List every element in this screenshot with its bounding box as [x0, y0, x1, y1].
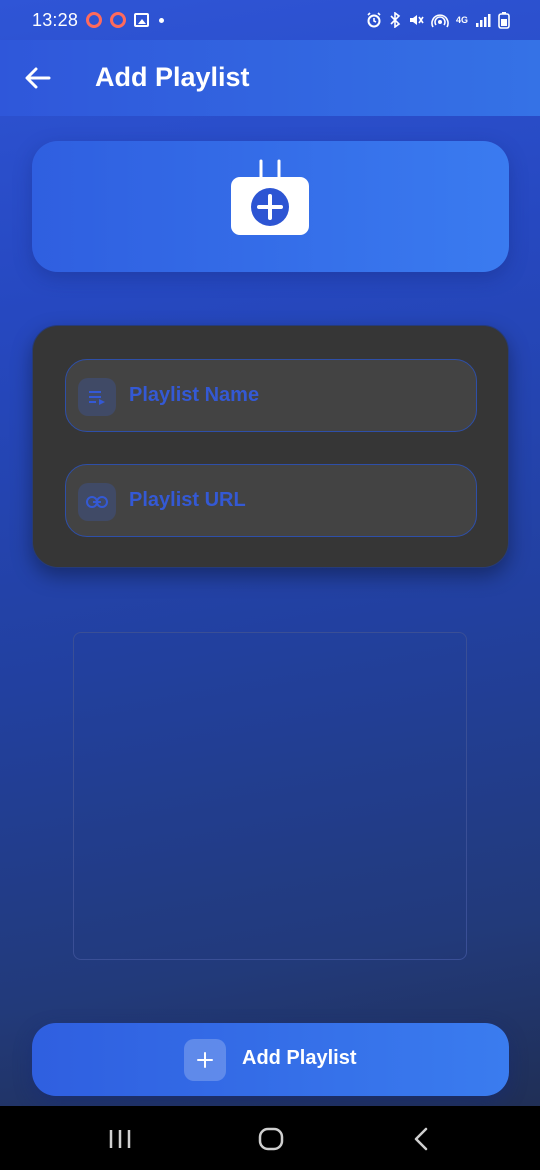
home-icon[interactable] [258, 1127, 284, 1151]
alarm-icon [367, 12, 381, 28]
hotspot-icon [431, 14, 449, 28]
page-title: Add Playlist [95, 62, 250, 92]
ring-icon [86, 12, 103, 28]
plus-icon [197, 1052, 213, 1068]
link-icon-box [78, 483, 116, 521]
4g-icon: 4G [456, 14, 469, 25]
bluetooth-icon [390, 12, 401, 28]
image-icon [134, 13, 150, 27]
status-right: 4G [366, 11, 510, 29]
playlist-icon-box [78, 378, 116, 416]
battery-icon [498, 12, 510, 29]
playlist-url-field[interactable]: Playlist URL [65, 464, 477, 537]
calendar-add-icon [231, 159, 309, 235]
navigation-bar [0, 1106, 540, 1170]
mute-icon [410, 15, 424, 25]
ring-icon [110, 12, 127, 28]
signal-icon [476, 14, 491, 27]
playlist-icon [89, 391, 105, 405]
playlist-url-placeholder: Playlist URL [129, 489, 246, 511]
dot-icon [159, 17, 165, 23]
add-playlist-button[interactable]: Add Playlist [32, 1023, 509, 1096]
plus-icon-box [184, 1039, 226, 1081]
link-icon [86, 496, 108, 508]
app-bar: Add Playlist [0, 40, 540, 116]
playlist-name-field[interactable]: Playlist Name [65, 359, 477, 432]
arrow-left-icon [25, 67, 51, 89]
playlist-name-placeholder: Playlist Name [129, 384, 260, 406]
status-time: 13:28 [32, 9, 79, 30]
header-card [32, 141, 509, 272]
status-left: 13:28 [32, 9, 165, 31]
add-playlist-button-label: Add Playlist [242, 1047, 357, 1069]
back-icon[interactable] [412, 1127, 430, 1151]
recents-icon[interactable] [108, 1128, 132, 1150]
back-button[interactable] [24, 64, 52, 92]
playlist-form-card: Playlist Name Playlist URL [32, 325, 509, 568]
status-bar: 13:28 4G [0, 0, 540, 40]
preview-area [73, 632, 467, 960]
